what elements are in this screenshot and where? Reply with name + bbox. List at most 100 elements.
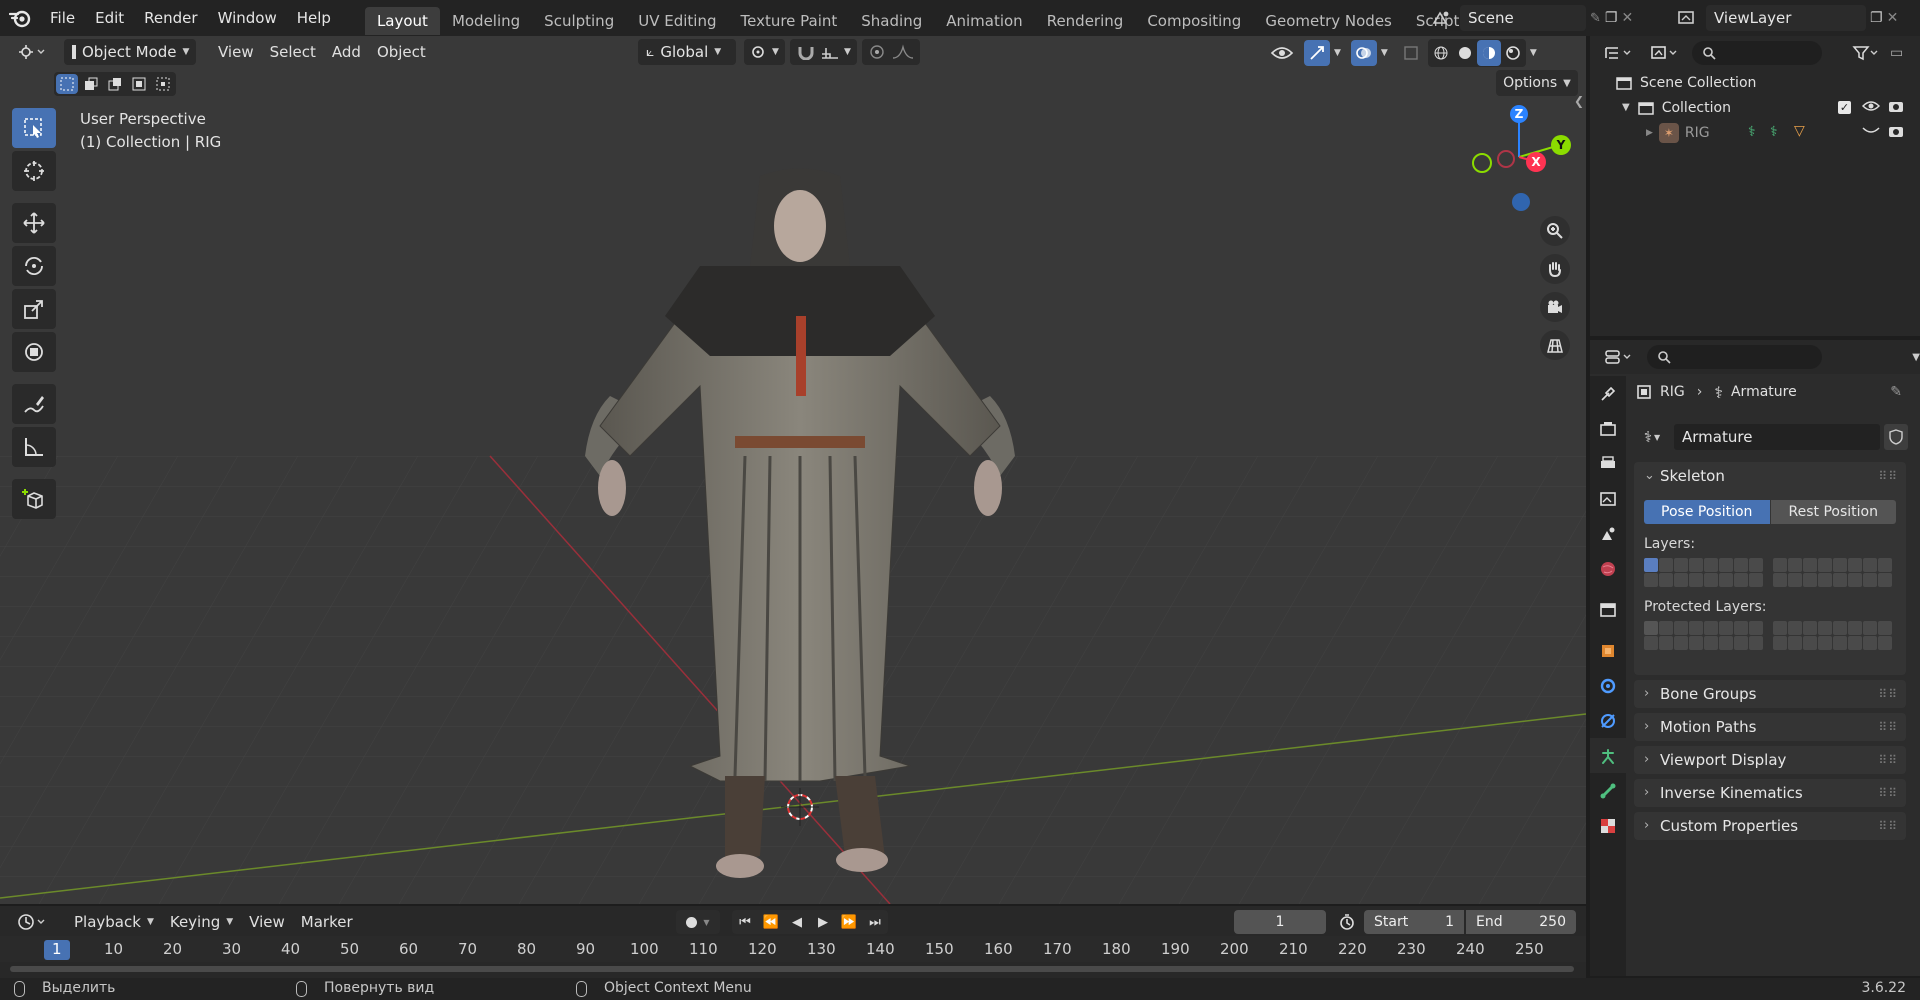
scene-tab-icon[interactable] [1590,516,1626,551]
hide-eye-closed-icon[interactable] [1862,126,1880,136]
select-box-tool[interactable] [12,108,56,148]
auto-keying-button[interactable]: ▼ [676,910,720,934]
cursor-tool[interactable] [12,151,56,191]
protected-layers-grid[interactable] [1644,621,1906,650]
wireframe-shading-icon[interactable] [1429,40,1453,66]
inverse-kinematics-panel[interactable]: › Inverse Kinematics ⠿⠿ [1634,779,1906,807]
jump-keyframe-forward-icon[interactable]: ⏩ [836,910,862,934]
select-subtract-icon[interactable] [104,74,126,94]
outliner-row-scene-collection[interactable]: Scene Collection [1590,70,1920,95]
modifier-icon[interactable]: ▽ [1794,123,1805,139]
pivot-point-dropdown[interactable]: ▼ [744,39,785,65]
armature-name-field[interactable]: Armature [1674,424,1880,450]
editor-type-icon[interactable] [12,39,52,65]
armature-browse-button[interactable]: ⚕ ▼ [1634,424,1670,450]
ortho-grid-icon[interactable] [1540,330,1570,360]
gizmo-y-axis[interactable]: Y [1551,135,1571,155]
remove-scene-icon[interactable]: ✕ [1621,10,1633,26]
current-frame-field[interactable]: 1 [1234,910,1326,934]
armature-data-tab-icon[interactable] [1590,738,1626,773]
view-layer-tab-icon[interactable] [1590,481,1626,516]
tab-compositing[interactable]: Compositing [1135,7,1253,35]
properties-editor-type-icon[interactable] [1600,344,1637,370]
play-reverse-icon[interactable]: ◀ [784,910,810,934]
armature-data-icon[interactable]: ⚕ [1748,124,1756,140]
select-invert-icon[interactable] [128,74,150,94]
jump-end-icon[interactable]: ⏭ [862,910,888,934]
drag-handle-icon[interactable]: ⠿⠿ [1878,779,1898,807]
physics-tab-icon[interactable] [1590,703,1626,738]
chevron-down-icon[interactable]: ▼ [1912,352,1920,363]
output-tab-icon[interactable] [1590,446,1626,481]
tab-geometry-nodes[interactable]: Geometry Nodes [1253,7,1404,35]
viewport-display-panel[interactable]: › Viewport Display ⠿⠿ [1634,746,1906,774]
viewlayer-selector[interactable]: ViewLayer ❐ ✕ [1672,4,1916,32]
fake-user-shield-icon[interactable] [1884,424,1908,450]
transform-orientation-dropdown[interactable]: ⟀ Global ▼ [638,39,736,65]
motion-paths-panel[interactable]: › Motion Paths ⠿⠿ [1634,713,1906,741]
tool-tab-icon[interactable] [1590,376,1626,411]
menu-help[interactable]: Help [287,0,341,36]
render-tab-icon[interactable] [1590,411,1626,446]
outliner-search-input[interactable] [1692,41,1822,65]
menu-add[interactable]: Add [324,43,369,61]
tab-shading[interactable]: Shading [849,7,934,35]
drag-handle-icon[interactable]: ⠿⠿ [1878,680,1898,708]
tab-texture-paint[interactable]: Texture Paint [728,7,849,35]
tab-modeling[interactable]: Modeling [440,7,532,35]
timeline-scrollbar[interactable] [10,966,1574,972]
bone-groups-panel[interactable]: › Bone Groups ⠿⠿ [1634,680,1906,708]
move-tool[interactable] [12,203,56,243]
menu-render[interactable]: Render [134,0,207,36]
pin-icon[interactable]: ✎ [1890,384,1902,400]
tab-sculpting[interactable]: Sculpting [532,7,626,35]
tab-uv-editing[interactable]: UV Editing [626,7,728,35]
mode-dropdown[interactable]: Object Mode ▼ [64,39,196,65]
timeline-menu-marker[interactable]: Marker [293,913,361,931]
preview-range-icon[interactable] [1334,910,1360,934]
menu-object[interactable]: Object [369,43,434,61]
bone-tab-icon[interactable] [1590,773,1626,808]
chevron-down-icon[interactable]: ▼ [1381,48,1388,58]
new-viewlayer-icon[interactable]: ❐ [1870,10,1883,26]
modifiers-tab-icon[interactable] [1590,668,1626,703]
measure-tool[interactable] [12,427,56,467]
rotate-tool[interactable] [12,246,56,286]
viewlayer-name-field[interactable]: ViewLayer [1706,5,1866,31]
menu-window[interactable]: Window [208,0,287,36]
gizmo-x-axis[interactable]: X [1526,152,1546,172]
menu-select[interactable]: Select [262,43,324,61]
filter-icon[interactable] [1848,40,1882,66]
gizmo-toggle-icon[interactable] [1304,40,1330,66]
tab-animation[interactable]: Animation [934,7,1034,35]
jump-keyframe-back-icon[interactable]: ⏪ [758,910,784,934]
expand-arrow-icon[interactable]: ▶ [1646,128,1653,138]
scroll-arrow-icon[interactable]: ❮ [1574,94,1584,108]
navigation-gizmo[interactable]: Z X Y [1464,102,1574,212]
drag-handle-icon[interactable]: ⠿⠿ [1878,462,1898,490]
new-collection-icon[interactable]: ▭ [1890,45,1903,61]
zoom-icon[interactable] [1540,216,1570,246]
drag-handle-icon[interactable]: ⠿⠿ [1878,713,1898,741]
properties-search-input[interactable] [1647,345,1823,369]
render-camera-icon[interactable] [1888,124,1904,138]
select-new-icon[interactable] [56,74,78,94]
scale-tool[interactable] [12,289,56,329]
skeleton-panel-header[interactable]: ⌄ Skeleton ⠿⠿ [1634,462,1906,490]
material-preview-shading-icon[interactable] [1476,40,1501,66]
world-tab-icon[interactable] [1590,551,1626,586]
pose-icon[interactable]: ⚕ [1770,124,1778,140]
overlays-toggle-icon[interactable] [1350,40,1377,66]
expand-arrow-icon[interactable]: ▼ [1622,102,1630,113]
new-scene-icon[interactable]: ❐ [1605,10,1618,26]
scene-selector[interactable]: Scene ✎ ❐ ✕ [1426,4,1646,32]
drag-handle-icon[interactable]: ⠿⠿ [1878,812,1898,840]
collection-tab-icon[interactable] [1590,592,1626,627]
exclude-checkbox[interactable]: ✓ [1838,101,1851,114]
tab-layout[interactable]: Layout [364,7,440,35]
start-frame-field[interactable]: Start 1 [1364,910,1464,934]
remove-viewlayer-icon[interactable]: ✕ [1887,10,1899,26]
select-extend-icon[interactable] [80,74,102,94]
camera-view-icon[interactable] [1540,292,1570,322]
layers-grid[interactable] [1644,558,1906,587]
